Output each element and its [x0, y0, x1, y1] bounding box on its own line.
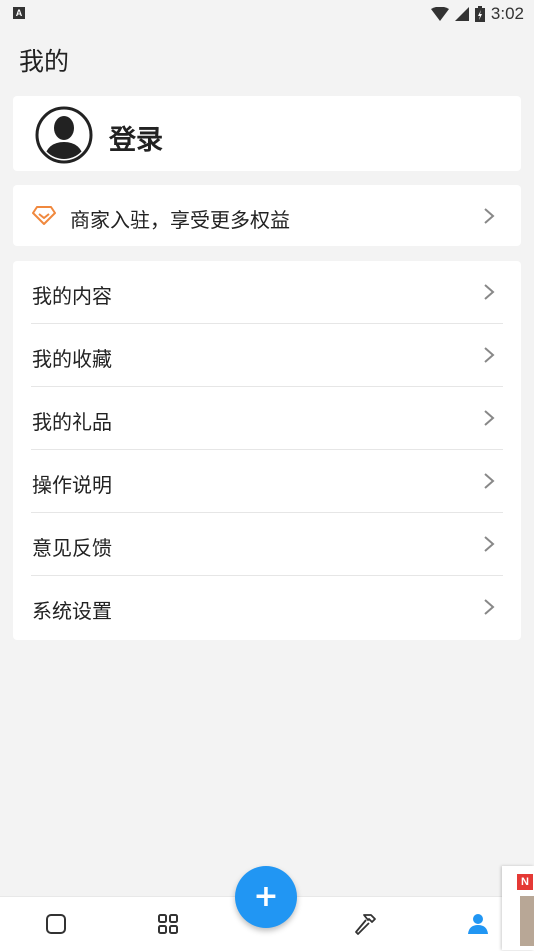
chevron-right-icon: [484, 284, 495, 300]
menu-item-instructions[interactable]: 操作说明: [13, 450, 521, 513]
login-label: 登录: [109, 125, 163, 156]
merchant-label: 商家入驻，享受更多权益: [70, 208, 290, 232]
add-button[interactable]: +: [235, 866, 297, 928]
avatar-icon: [35, 106, 93, 164]
diamond-icon: [32, 206, 56, 225]
floating-news-widget[interactable]: N: [502, 866, 534, 950]
page-title: 我的: [19, 47, 70, 76]
chevron-right-icon: [484, 473, 495, 489]
menu-item-my-gifts[interactable]: 我的礼品: [13, 387, 521, 450]
hammer-icon: [355, 914, 376, 935]
chevron-right-icon: [484, 410, 495, 426]
menu-item-feedback[interactable]: 意见反馈: [13, 513, 521, 576]
login-card[interactable]: 登录: [13, 96, 521, 171]
nav-profile[interactable]: [448, 897, 508, 951]
menu-item-label: 系统设置: [32, 599, 112, 623]
menu-item-settings[interactable]: 系统设置: [13, 576, 521, 639]
nav-home[interactable]: [26, 897, 86, 951]
status-bar: A 3:02: [0, 0, 534, 28]
menu-item-label: 我的礼品: [32, 410, 112, 434]
merchant-entry[interactable]: 商家入驻，享受更多权益: [13, 185, 521, 246]
menu-item-label: 我的内容: [32, 284, 112, 308]
status-icons: 3:02: [430, 4, 524, 24]
signal-icon: [454, 7, 469, 21]
menu-item-my-content[interactable]: 我的内容: [13, 261, 521, 324]
nav-categories[interactable]: [138, 897, 198, 951]
thumbnail-image: [520, 896, 534, 946]
person-icon: [468, 914, 488, 934]
clock: 3:02: [490, 4, 524, 23]
menu-item-label: 操作说明: [32, 473, 112, 497]
news-app-icon: N: [517, 874, 533, 890]
menu-item-my-favorites[interactable]: 我的收藏: [13, 324, 521, 387]
menu-item-label: 我的收藏: [32, 347, 112, 371]
chevron-right-icon: [484, 347, 495, 363]
chevron-right-icon: [484, 208, 495, 224]
battery-icon: [474, 6, 485, 22]
plus-icon: +: [253, 879, 279, 914]
nav-tools[interactable]: [336, 897, 396, 951]
menu-list: 我的内容 我的收藏 我的礼品 操作说明 意见反馈 系统设置: [13, 261, 521, 640]
chevron-right-icon: [484, 536, 495, 552]
notification-badge: A: [13, 7, 25, 19]
grid-icon: [158, 914, 178, 934]
menu-item-label: 意见反馈: [32, 536, 112, 560]
chevron-right-icon: [484, 599, 495, 615]
square-icon: [46, 914, 66, 934]
wifi-icon: [430, 7, 449, 21]
